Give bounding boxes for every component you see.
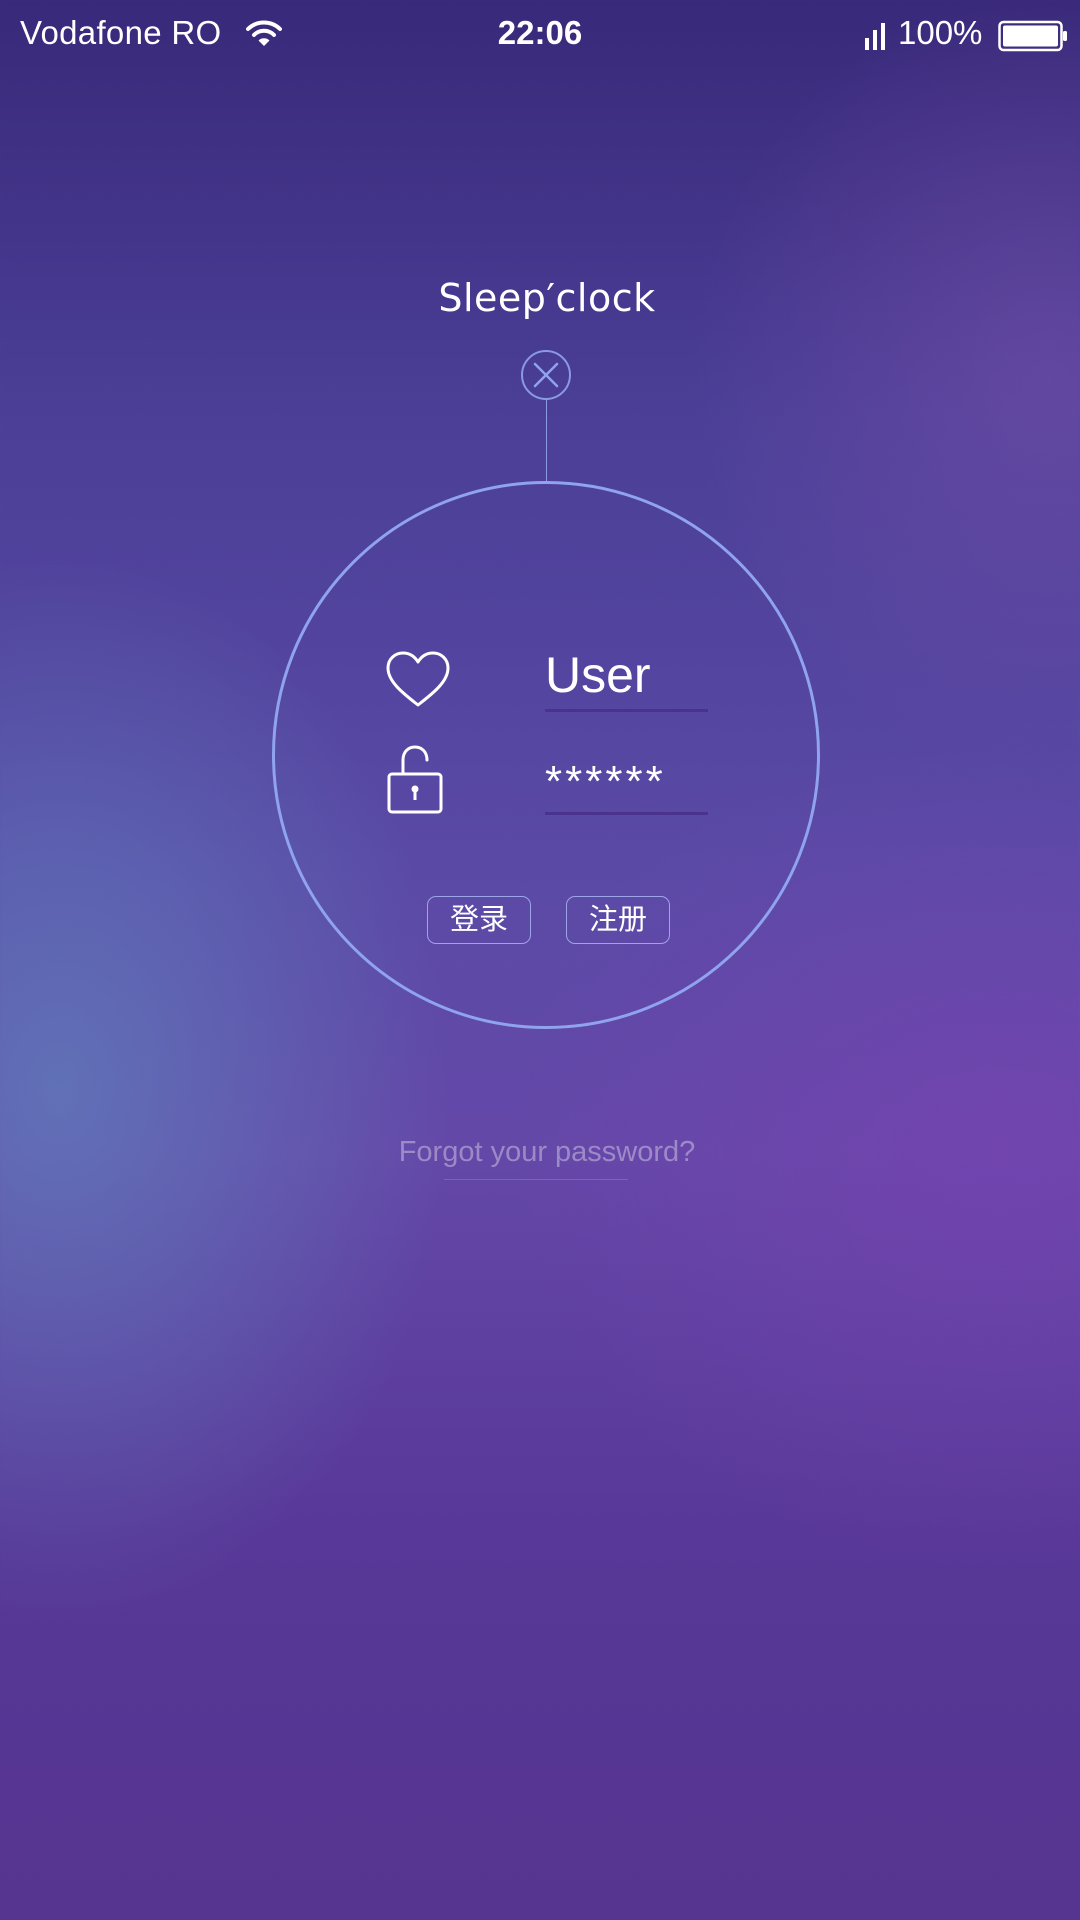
register-button[interactable]: 注册 [566,896,670,944]
password-field[interactable]: ****** [545,756,708,808]
login-circle [272,481,820,1029]
password-underline [545,812,708,815]
close-icon [533,362,559,388]
app-title: Sleep′clock [438,276,656,320]
battery-icon [998,20,1067,52]
battery-percentage: 100% [898,14,983,51]
login-button[interactable]: 登录 [427,896,531,944]
connector-line [546,400,547,482]
unlock-icon [387,745,443,814]
forgot-password-underline [444,1179,628,1180]
username-underline [545,709,708,712]
close-button[interactable] [521,350,571,400]
heart-icon [386,651,450,707]
forgot-password-link[interactable]: Forgot your password? [0,1136,1080,1169]
signal-icon [865,23,885,50]
status-bar: Vodafone RO 22:06 100% [0,0,1080,72]
username-field[interactable]: User [545,646,708,704]
